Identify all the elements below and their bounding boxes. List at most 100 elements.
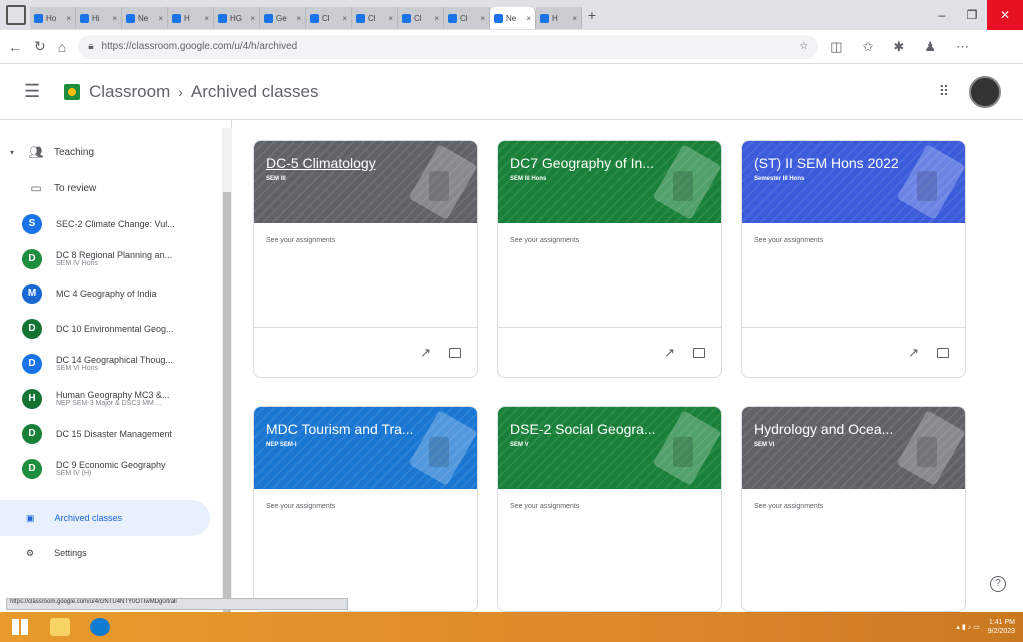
card-title[interactable]: Hydrology and Ocea... [754, 421, 939, 437]
tray-icons[interactable]: ▴ ▮ ♪ ▭ [956, 623, 979, 631]
scrollbar-thumb[interactable] [223, 192, 231, 612]
clock[interactable]: 1:41 PM 9/2/2023 [988, 618, 1015, 636]
sidebar-class-item[interactable]: D DC 10 Environmental Geog... [0, 311, 231, 346]
card-title[interactable]: (ST) II SEM Hons 2022 [754, 155, 939, 171]
see-assignments-link[interactable]: See your assignments [498, 223, 721, 244]
close-tab-icon[interactable]: × [66, 14, 71, 23]
close-tab-icon[interactable]: × [526, 14, 531, 23]
main-menu-icon[interactable]: ☰ [24, 81, 46, 102]
browser-tab[interactable]: Ge × [260, 7, 306, 29]
card-title[interactable]: DC7 Geography of In... [510, 155, 695, 171]
sidebar-item-teaching[interactable]: ▾ 👥︎ Teaching [0, 134, 231, 170]
browser-tab[interactable]: HG × [214, 7, 260, 29]
sidebar-class-item[interactable]: H Human Geography MC3 &... NEP SEM-3 Major… [0, 381, 231, 416]
app-name-link[interactable]: Classroom [89, 82, 170, 102]
close-tab-icon[interactable]: × [112, 14, 117, 23]
see-assignments-link[interactable]: See your assignments [254, 223, 477, 244]
card-banner[interactable]: DSE-2 Social Geogra... SEM V [498, 407, 721, 489]
close-tab-icon[interactable]: × [296, 14, 301, 23]
start-button[interactable] [0, 612, 40, 642]
browser-tab[interactable]: Ne × [122, 7, 168, 29]
taskbar-explorer[interactable] [40, 612, 80, 642]
close-tab-icon[interactable]: × [250, 14, 255, 23]
class-card[interactable]: Hydrology and Ocea... SEM VI See your assi… [741, 406, 966, 612]
card-banner[interactable]: MDC Tourism and Tra... NEP SEM-I [254, 407, 477, 489]
trending-icon[interactable]: ↗ [664, 345, 675, 361]
sidebar-item-settings[interactable]: ⚙ Settings [0, 536, 231, 570]
new-tab-button[interactable]: + [582, 7, 602, 23]
see-assignments-link[interactable]: See your assignments [742, 489, 965, 510]
reload-icon[interactable]: ↻ [34, 38, 46, 55]
sidebar-item-to-review[interactable]: ▭ To review [0, 170, 231, 206]
see-assignments-link[interactable]: See your assignments [742, 223, 965, 244]
class-card[interactable]: (ST) II SEM Hons 2022 Semester III Hons Se… [741, 140, 966, 378]
browser-tab[interactable]: H × [536, 7, 582, 29]
close-tab-icon[interactable]: × [480, 14, 485, 23]
close-window-button[interactable]: ✕ [987, 0, 1023, 30]
profile-icon[interactable]: ♟ [924, 39, 936, 55]
class-avatar: D [22, 353, 42, 374]
more-icon[interactable]: ⋯ [956, 39, 969, 55]
close-tab-icon[interactable]: × [572, 14, 577, 23]
folder-icon[interactable] [693, 347, 705, 358]
browser-tab[interactable]: Cl × [444, 7, 490, 29]
browser-tab[interactable]: Hi × [76, 7, 122, 29]
card-banner[interactable]: Hydrology and Ocea... SEM VI [742, 407, 965, 489]
maximize-button[interactable]: ❐ [957, 0, 987, 30]
card-title[interactable]: DC-5 Climatology [266, 155, 451, 171]
sidebar-scrollbar[interactable] [222, 128, 232, 612]
class-card[interactable]: MDC Tourism and Tra... NEP SEM-I See your … [253, 406, 478, 612]
google-apps-icon[interactable]: ⠿ [939, 83, 949, 100]
favorites-icon[interactable]: ✩ [863, 39, 874, 55]
sidebar-class-item[interactable]: D DC 14 Geographical Thoug... SEM VI Hons [0, 346, 231, 381]
sidebar-class-item[interactable]: D DC 9 Economic Geography SEM IV (H) [0, 451, 231, 486]
card-title[interactable]: DSE-2 Social Geogra... [510, 421, 695, 437]
trending-icon[interactable]: ↗ [908, 345, 919, 361]
back-icon[interactable]: ← [8, 39, 22, 55]
class-title: DC 15 Disaster Management [56, 428, 173, 439]
see-assignments-link[interactable]: See your assignments [498, 489, 721, 510]
address-bar[interactable]: 🔒︎ https://classroom.google.com/u/4/h/ar… [78, 34, 819, 59]
window-menu-icon[interactable] [6, 5, 26, 25]
sidebar-class-item[interactable]: D DC 8 Regional Planning an... SEM IV Hons [0, 241, 231, 276]
tab-favicon-icon [264, 13, 273, 23]
class-card[interactable]: DC-5 Climatology SEM III See your assignme… [253, 140, 478, 378]
class-card[interactable]: DC7 Geography of In... SEM III Hons See yo… [497, 140, 722, 378]
sidebar-class-item[interactable]: D DC 15 Disaster Management [0, 416, 231, 451]
avatar[interactable] [969, 75, 1001, 108]
trending-icon[interactable]: ↗ [420, 345, 431, 361]
browser-tab[interactable]: Cl × [306, 7, 352, 29]
browser-tab[interactable]: Ne × [490, 7, 536, 29]
star-icon[interactable]: ☆ [799, 41, 808, 52]
classroom-logo-icon[interactable] [64, 83, 80, 100]
split-screen-icon[interactable]: ◫ [830, 39, 842, 55]
close-tab-icon[interactable]: × [204, 14, 209, 23]
browser-tab[interactable]: Cl × [398, 7, 444, 29]
help-icon[interactable]: ? [990, 576, 1006, 592]
card-banner[interactable]: (ST) II SEM Hons 2022 Semester III Hons [742, 141, 965, 223]
sidebar-item-archived[interactable]: ▣ Archived classes [0, 500, 210, 536]
card-banner[interactable]: DC7 Geography of In... SEM III Hons [498, 141, 721, 223]
browser-tab[interactable]: Cl × [352, 7, 398, 29]
sidebar-class-item[interactable]: M MC 4 Geography of India [0, 276, 231, 311]
home-icon[interactable]: ⌂ [58, 39, 66, 55]
close-tab-icon[interactable]: × [342, 14, 347, 23]
browser-tab[interactable]: H × [168, 7, 214, 29]
card-banner[interactable]: DC-5 Climatology SEM III [254, 141, 477, 223]
chevron-down-icon[interactable]: ▾ [10, 148, 18, 157]
folder-icon[interactable] [449, 347, 461, 358]
close-tab-icon[interactable]: × [158, 14, 163, 23]
card-title[interactable]: MDC Tourism and Tra... [266, 421, 451, 437]
close-tab-icon[interactable]: × [388, 14, 393, 23]
sidebar-class-item[interactable]: S SEC-2 Climate Change: Vul... [0, 206, 231, 241]
close-tab-icon[interactable]: × [434, 14, 439, 23]
taskbar-edge[interactable] [80, 612, 120, 642]
folder-icon[interactable] [937, 347, 949, 358]
browser-tab[interactable]: Ho × [30, 7, 76, 29]
tab-label: Cl [322, 13, 330, 23]
sidebar-item-label: To review [54, 182, 97, 194]
see-assignments-link[interactable]: See your assignments [254, 489, 477, 510]
class-card[interactable]: DSE-2 Social Geogra... SEM V See your assi… [497, 406, 722, 612]
extensions-icon[interactable]: ✱ [893, 39, 904, 55]
minimize-button[interactable]: – [927, 0, 957, 30]
